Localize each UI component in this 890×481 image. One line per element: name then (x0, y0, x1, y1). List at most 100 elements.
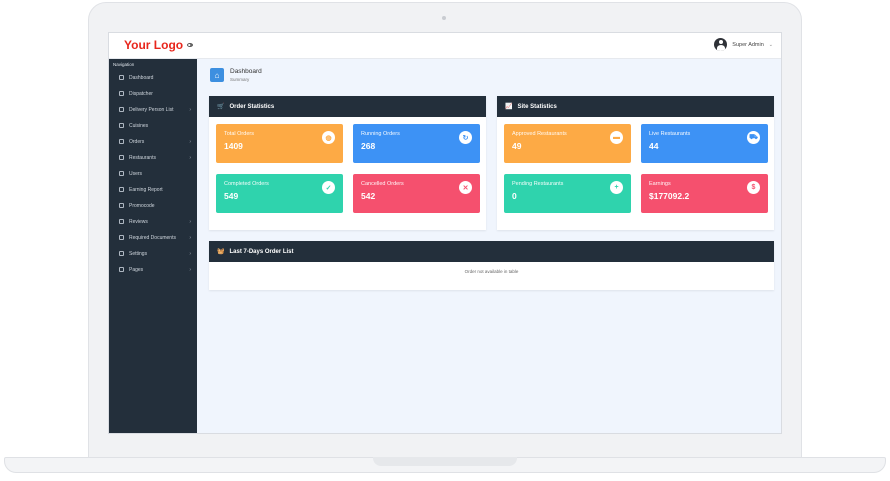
chevron-right-icon: › (189, 266, 191, 273)
stat-card-label: Live Restaurants (649, 131, 691, 137)
sidebar-title: Navigation (113, 62, 135, 67)
dispatcher-icon (119, 91, 124, 96)
sidebar-item-label: Cuisines (129, 122, 149, 129)
sidebar-item-orders[interactable]: Orders › (109, 134, 197, 149)
sidebar-item-label: Pages (129, 266, 144, 273)
chevron-right-icon: › (189, 106, 191, 113)
sidebar-item-label: Delivery Person List (129, 106, 174, 113)
sidebar-item-pages[interactable]: Pages › (109, 262, 197, 277)
sidebar-item-restaurants[interactable]: Restaurants › (109, 150, 197, 165)
sidebar-item-label: Users (129, 170, 143, 177)
store-icon: ▬ (610, 131, 623, 144)
stat-card-label: Approved Restaurants (512, 131, 567, 137)
sidebar-item-dispatcher[interactable]: Dispatcher (109, 86, 197, 101)
reviews-icon (119, 219, 124, 224)
stat-card-earnings[interactable]: Earnings $177092.2 $ (641, 174, 768, 213)
stat-card-value: 49 (512, 141, 522, 151)
chart-icon: 📈 (505, 104, 513, 110)
sidebar-item-users[interactable]: Users (109, 166, 197, 181)
chevron-right-icon: › (189, 138, 191, 145)
main-content: ⌂ Dashboard Summary 🛒 Order Statistics T… (197, 59, 781, 433)
cart-icon: 🛒 (217, 104, 225, 110)
stat-card-pending-restaurants[interactable]: Pending Restaurants 0 + (504, 174, 631, 213)
user-plus-icon: + (610, 181, 623, 194)
chevron-down-icon: ⌄ (768, 41, 773, 48)
stat-card-completed-orders[interactable]: Completed Orders 549 ✓ (216, 174, 343, 213)
stat-card-label: Pending Restaurants (512, 181, 564, 187)
sidebar: Navigation Dashboard Dispatcher Delivery… (109, 59, 197, 433)
basket-icon: 🧺 (217, 249, 225, 255)
avatar (714, 38, 728, 51)
restaurant-icon (119, 155, 124, 160)
sidebar-item-required-documents[interactable]: Required Documents › (109, 230, 197, 245)
sidebar-item-earning-report[interactable]: Earning Report (109, 182, 197, 197)
order-statistics-title: Order Statistics (229, 103, 275, 110)
sidebar-item-promocode[interactable]: Promocode (109, 198, 197, 213)
top-bar: Your Logo Super Admin ⌄ (109, 33, 781, 59)
sidebar-item-dashboard[interactable]: Dashboard (109, 70, 197, 85)
site-statistics-header: 📈 Site Statistics (497, 96, 774, 117)
stat-card-value: 542 (361, 191, 376, 201)
stat-card-label: Completed Orders (224, 181, 269, 187)
laptop-camera (442, 16, 446, 20)
order-list-panel: 🧺 Last 7-Days Order List Order not avail… (209, 241, 774, 290)
empty-table-message: Order not available in table (464, 269, 519, 274)
cuisines-icon (119, 123, 124, 128)
refresh-icon: ↻ (459, 131, 472, 144)
stat-card-total-orders[interactable]: Total Orders 1409 ◍ (216, 124, 343, 163)
dashboard-icon (119, 75, 124, 80)
logo[interactable]: Your Logo (124, 38, 183, 52)
close-icon: ✕ (459, 181, 472, 194)
sidebar-item-label: Restaurants (129, 154, 156, 161)
orders-icon (119, 139, 124, 144)
app-screen: Your Logo Super Admin ⌄ Navigation Dashb… (108, 32, 782, 434)
pages-icon (119, 267, 124, 272)
home-icon: ⌂ (210, 68, 224, 82)
sidebar-item-label: Dispatcher (129, 90, 153, 97)
sidebar-item-label: Reviews (129, 218, 148, 225)
stat-card-cancelled-orders[interactable]: Cancelled Orders 542 ✕ (353, 174, 480, 213)
stat-card-value: 268 (361, 141, 376, 151)
stat-card-label: Total Orders (224, 131, 254, 137)
money-icon: $ (747, 181, 760, 194)
stat-card-value: 0 (512, 191, 517, 201)
sidebar-item-label: Dashboard (129, 74, 154, 81)
sidebar-item-label: Orders (129, 138, 145, 145)
scooter-icon: ⛟ (747, 131, 760, 144)
stat-card-approved-restaurants[interactable]: Approved Restaurants 49 ▬ (504, 124, 631, 163)
chevron-right-icon: › (189, 218, 191, 225)
promocode-icon (119, 203, 124, 208)
stat-card-value: 44 (649, 141, 659, 151)
chevron-right-icon: › (189, 250, 191, 257)
sidebar-item-label: Required Documents (129, 234, 176, 241)
page-subtitle: Summary (230, 77, 250, 82)
site-statistics-title: Site Statistics (517, 103, 557, 110)
delivery-icon (119, 107, 124, 112)
sidebar-item-label: Earning Report (129, 186, 163, 193)
gear-icon (119, 251, 124, 256)
sidebar-item-label: Promocode (129, 202, 155, 209)
stat-card-value: 549 (224, 191, 239, 201)
page-title: Dashboard (230, 68, 262, 75)
sidebar-item-reviews[interactable]: Reviews › (109, 214, 197, 229)
sidebar-item-delivery-person-list[interactable]: Delivery Person List › (109, 102, 197, 117)
stat-card-label: Earnings (649, 181, 671, 187)
stat-card-live-restaurants[interactable]: Live Restaurants 44 ⛟ (641, 124, 768, 163)
order-statistics-header: 🛒 Order Statistics (209, 96, 486, 117)
site-statistics-panel: 📈 Site Statistics Approved Restaurants 4… (497, 96, 774, 230)
stat-card-label: Running Orders (361, 131, 400, 137)
order-list-header: 🧺 Last 7-Days Order List (209, 241, 774, 262)
sidebar-item-cuisines[interactable]: Cuisines (109, 118, 197, 133)
stat-card-value: $177092.2 (649, 191, 690, 201)
basket-icon: ◍ (322, 131, 335, 144)
user-menu[interactable]: Super Admin ⌄ (714, 38, 773, 51)
order-statistics-panel: 🛒 Order Statistics Total Orders 1409 ◍ R… (209, 96, 486, 230)
documents-icon (119, 235, 124, 240)
report-icon (119, 187, 124, 192)
eye-icon[interactable] (187, 43, 193, 47)
sidebar-item-settings[interactable]: Settings › (109, 246, 197, 261)
laptop-notch (373, 457, 517, 466)
stat-card-running-orders[interactable]: Running Orders 268 ↻ (353, 124, 480, 163)
stat-card-label: Cancelled Orders (361, 181, 404, 187)
stat-card-value: 1409 (224, 141, 243, 151)
